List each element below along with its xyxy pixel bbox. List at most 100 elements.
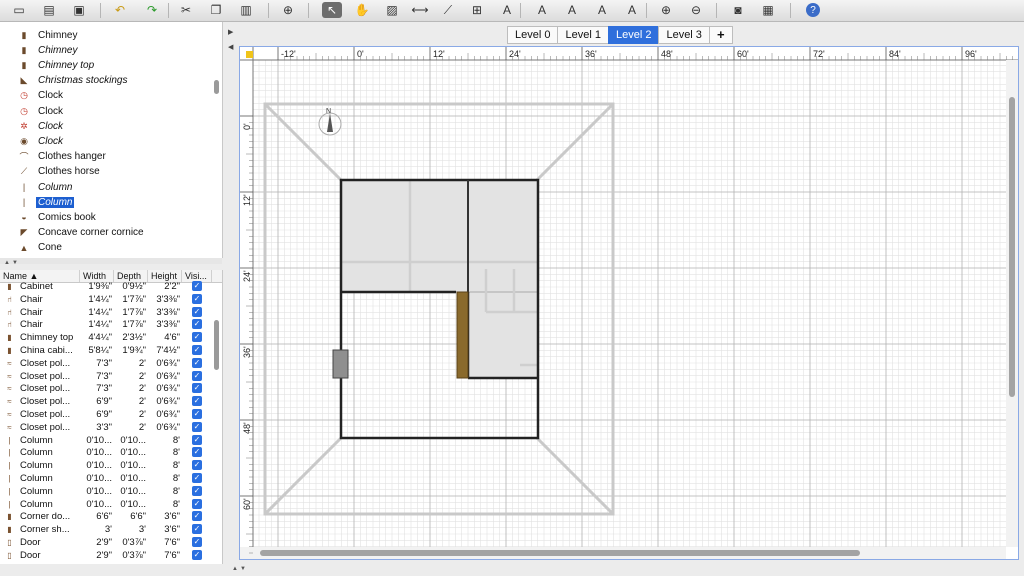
collapse-left-pane-icon[interactable]: ▶ ◀	[228, 28, 233, 51]
visible-checkbox[interactable]: ✓	[192, 319, 202, 330]
table-scrollbar[interactable]	[214, 320, 219, 370]
tab-level-2[interactable]: Level 2	[607, 26, 659, 44]
visible-checkbox[interactable]: ✓	[192, 511, 202, 522]
undo-icon[interactable]: ↶	[110, 2, 130, 18]
plan-view[interactable]: -12' 0' 12' 24' 36' 48' 60' 72' 84' 96' 0' 12' 24' 36…	[239, 46, 1019, 560]
bookshelf[interactable]	[456, 291, 469, 379]
visible-checkbox[interactable]: ✓	[192, 498, 202, 509]
visible-checkbox[interactable]: ✓	[192, 345, 202, 355]
catalog-item[interactable]: ◣ Christmas stockings	[21, 74, 129, 88]
catalog-item[interactable]: ◉ Clock	[20, 134, 65, 148]
visible-checkbox[interactable]: ✓	[192, 293, 202, 304]
catalog-item[interactable]: ▮ Chimney	[22, 28, 79, 42]
visible-checkbox[interactable]: ✓	[192, 460, 202, 471]
table-row[interactable]: ▯ Door 2'9" 0'3⅞" 7'6" ✓	[0, 536, 212, 549]
create-polylines-icon[interactable]: ⟋	[438, 2, 458, 18]
select-icon[interactable]: ↖	[322, 2, 342, 18]
visible-checkbox[interactable]: ✓	[192, 473, 202, 483]
create-photo-icon[interactable]: ◙	[728, 2, 748, 18]
catalog-item[interactable]: ◷ Clock	[20, 104, 65, 118]
text-style-icon[interactable]: A	[532, 2, 552, 18]
redo-icon[interactable]: ↷	[142, 2, 162, 18]
table-row[interactable]: ⑁ Chair 1'4¼" 1'7⅞" 3'3⅜" ✓	[0, 306, 212, 319]
table-row[interactable]: | Column 0'10... 0'10... 8' ✓	[0, 498, 212, 511]
visible-checkbox[interactable]: ✓	[192, 281, 202, 291]
tab-level-1[interactable]: Level 1	[557, 26, 608, 44]
horizontal-scrollbar-thumb[interactable]	[260, 550, 860, 556]
table-row[interactable]: ▮ Corner sh... 3' 3' 3'6" ✓	[0, 523, 212, 536]
bottom-splitter-arrows-icon[interactable]: ▲▼	[232, 566, 248, 572]
splitter-arrows-icon[interactable]: ▲▼	[4, 260, 20, 266]
table-row[interactable]: | Column 0'10... 0'10... 8' ✓	[0, 434, 212, 447]
pan-icon[interactable]: ✋	[352, 2, 372, 18]
tab-level-0[interactable]: Level 0	[507, 26, 558, 44]
create-video-icon[interactable]: ▦	[758, 2, 778, 18]
room[interactable]	[467, 179, 539, 293]
visible-checkbox[interactable]: ✓	[192, 421, 202, 432]
open-icon[interactable]: ▤	[39, 2, 59, 18]
table-row[interactable]: ▮ Chimney top 4'4¼" 2'3½" 4'6" ✓	[0, 331, 212, 344]
add-text-icon[interactable]: A	[497, 2, 517, 18]
visible-checkbox[interactable]: ✓	[192, 537, 202, 547]
visible-checkbox[interactable]: ✓	[192, 524, 202, 535]
table-row[interactable]: ⑁ Chair 1'4¼" 1'7⅞" 3'3⅜" ✓	[0, 318, 212, 331]
catalog-scrollbar[interactable]	[214, 80, 219, 94]
table-row[interactable]: ▮ Corner do... 6'6" 6'6" 3'6" ✓	[0, 510, 212, 523]
add-level-button[interactable]: +	[708, 26, 733, 44]
table-row[interactable]: | Column 0'10... 0'10... 8' ✓	[0, 446, 212, 459]
vertical-scrollbar-thumb[interactable]	[1009, 97, 1015, 397]
tab-level-3[interactable]: Level 3	[658, 26, 709, 44]
chimney[interactable]	[332, 349, 349, 379]
add-furniture-icon[interactable]: ⊕	[278, 2, 298, 18]
table-row[interactable]: | Column 0'10... 0'10... 8' ✓	[0, 485, 212, 498]
catalog-item[interactable]: ▮ Chimney	[22, 43, 79, 57]
zoom-out-icon[interactable]: ⊖	[686, 2, 706, 18]
catalog-item[interactable]: | Column	[23, 180, 74, 194]
create-dimensions-icon[interactable]: ⟷	[410, 2, 430, 18]
room[interactable]	[340, 179, 469, 293]
table-row[interactable]: | Column 0'10... 0'10... 8' ✓	[0, 459, 212, 472]
table-row[interactable]: ▯ Door 2'9" 0'3⅞" 7'6" ✓	[0, 549, 212, 562]
catalog-item[interactable]: ⌒ Clothes hanger	[19, 150, 108, 164]
table-row[interactable]: ≈ Closet pol... 6'9" 2' 0'6¾" ✓	[0, 408, 212, 421]
catalog-item[interactable]: ⟋ Clothes horse	[21, 165, 102, 179]
catalog-item[interactable]: | Column	[23, 195, 76, 209]
visible-checkbox[interactable]: ✓	[192, 383, 202, 394]
table-row[interactable]: ▮ Cabinet 1'9⅜" 0'9½" 2'2" ✓	[0, 280, 212, 293]
catalog-item[interactable]: ◷ Clock	[20, 89, 65, 103]
text-style-icon[interactable]: A	[562, 2, 582, 18]
create-rooms-icon[interactable]: ▨	[382, 2, 402, 18]
visible-checkbox[interactable]: ✓	[192, 485, 202, 496]
catalog-item[interactable]: ▮ Chimney top	[22, 58, 96, 72]
catalog-item[interactable]: ▲ Cone	[20, 241, 64, 255]
table-row[interactable]: ≈ Closet pol... 7'3" 2' 0'6¾" ✓	[0, 382, 212, 395]
visible-checkbox[interactable]: ✓	[192, 332, 202, 343]
catalog-splitter[interactable]	[0, 258, 222, 264]
table-row[interactable]: | Column 0'10... 0'10... 8' ✓	[0, 472, 212, 485]
table-row[interactable]: ⑁ Chair 1'4¼" 1'7⅞" 3'3⅜" ✓	[0, 293, 212, 306]
new-icon[interactable]: ▭	[9, 2, 29, 18]
table-row[interactable]: ▮ China cabi... 5'8¼" 1'9¾" 7'4½" ✓	[0, 344, 212, 357]
save-icon[interactable]: ▣	[69, 2, 89, 18]
copy-icon[interactable]: ❐	[206, 2, 226, 18]
table-row[interactable]: ≈ Closet pol... 7'3" 2' 0'6¾" ✓	[0, 357, 212, 370]
table-row[interactable]: ≈ Closet pol... 6'9" 2' 0'6¾" ✓	[0, 395, 212, 408]
visible-checkbox[interactable]: ✓	[192, 549, 202, 560]
visible-checkbox[interactable]: ✓	[192, 409, 202, 419]
visible-checkbox[interactable]: ✓	[192, 434, 202, 445]
help-icon[interactable]: ?	[806, 3, 820, 17]
create-walls-icon[interactable]: ⊞	[467, 2, 487, 18]
paste-icon[interactable]: ▥	[236, 2, 256, 18]
visible-checkbox[interactable]: ✓	[192, 396, 202, 407]
catalog-item[interactable]: ◒ Comics book	[21, 210, 98, 224]
visible-checkbox[interactable]: ✓	[192, 447, 202, 458]
catalog-item[interactable]: ✲ Clock	[20, 119, 65, 133]
text-style-icon[interactable]: A	[592, 2, 612, 18]
table-row[interactable]: ≈ Closet pol... 3'3" 2' 0'6¾" ✓	[0, 421, 212, 434]
zoom-in-icon[interactable]: ⊕	[656, 2, 676, 18]
text-style-icon[interactable]: A	[622, 2, 642, 18]
visible-checkbox[interactable]: ✓	[192, 370, 202, 381]
cut-icon[interactable]: ✂	[176, 2, 196, 18]
furniture-catalog-tree[interactable]: ▮ Chimney ▮ Chimney ▮ Chimney top ◣ Christmas s…	[0, 22, 223, 258]
visible-checkbox[interactable]: ✓	[192, 306, 202, 317]
